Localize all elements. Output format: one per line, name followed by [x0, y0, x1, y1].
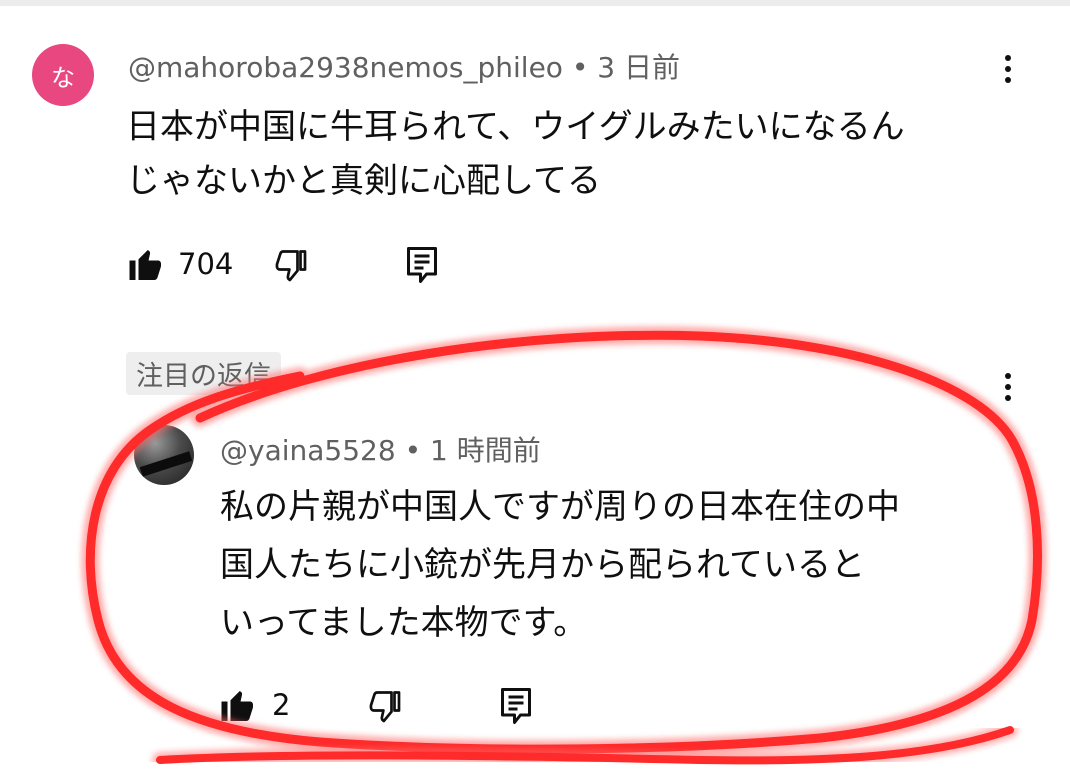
- dislike-button[interactable]: [366, 688, 402, 724]
- comment-text-line: 日本が中国に牛耳られて、ウイグルみたいになるん: [126, 107, 905, 147]
- reply-icon: [501, 688, 531, 724]
- dislike-button[interactable]: [272, 247, 308, 283]
- highlighted-reply-label: 注目の返信: [126, 352, 281, 395]
- comment-text-line: じゃないかと真剣に心配してる: [126, 161, 601, 201]
- avatar-letter: な: [51, 63, 75, 92]
- like-icon: [129, 250, 161, 280]
- reply-icon: [407, 247, 437, 283]
- reply-text-line: 私の片親が中国人ですが周りの日本在住の中: [220, 487, 900, 527]
- meta-separator: •: [571, 51, 598, 84]
- reply-text: 私の片親が中国人ですが周りの日本在住の中 国人たちに小銃が先月から配られていると…: [220, 478, 900, 652]
- more-options-icon[interactable]: [998, 55, 1018, 83]
- comment-time: 3 日前: [597, 51, 680, 84]
- reply-time: 1 時間前: [430, 434, 541, 467]
- like-icon: [221, 691, 253, 721]
- reply-text-line: 国人たちに小銃が先月から配られていると: [220, 545, 865, 585]
- dislike-icon: [275, 250, 307, 282]
- reply-meta: @yaina5528 • 1 時間前: [220, 429, 541, 469]
- reply-button[interactable]: [404, 245, 440, 285]
- comment-meta: @mahoroba2938nemos_phileo • 3 日前: [128, 46, 680, 86]
- like-button[interactable]: [220, 688, 256, 724]
- comment-author[interactable]: @mahoroba2938nemos_phileo: [128, 51, 563, 84]
- reply-text-line: いってました本物です。: [220, 603, 588, 643]
- avatar[interactable]: [134, 425, 194, 485]
- avatar[interactable]: な: [32, 44, 94, 106]
- like-count: 2: [272, 688, 291, 722]
- top-divider: [0, 0, 1070, 6]
- comment-text: 日本が中国に牛耳られて、ウイグルみたいになるん じゃないかと真剣に心配してる: [126, 100, 905, 208]
- more-options-icon[interactable]: [998, 373, 1018, 401]
- like-button[interactable]: [128, 247, 164, 283]
- meta-separator: •: [404, 434, 430, 467]
- dislike-icon: [369, 691, 401, 723]
- reply-author[interactable]: @yaina5528: [220, 434, 396, 467]
- like-count: 704: [178, 247, 234, 281]
- reply-button[interactable]: [498, 686, 534, 726]
